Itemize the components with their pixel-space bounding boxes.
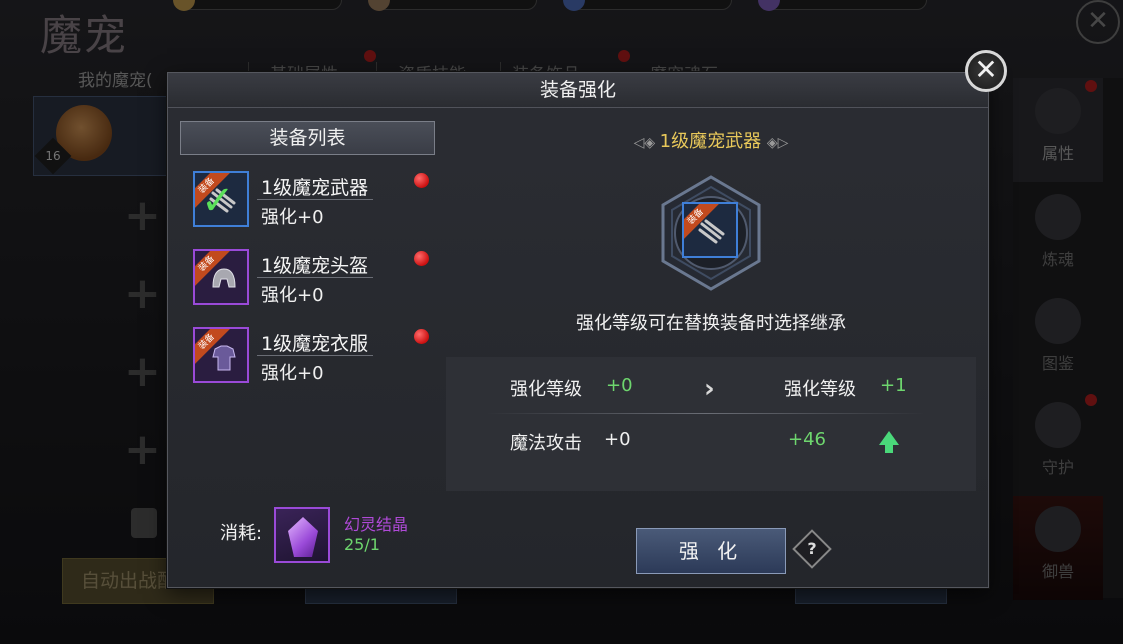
- next-level-label: 强化等级: [784, 379, 856, 400]
- selected-equipment-title: ◁◈ 1级魔宠武器 ◈▷: [446, 127, 976, 153]
- current-level-value: +0: [606, 375, 633, 396]
- armor-slot: 装备: [193, 327, 249, 383]
- selected-equipment-slot: 装备: [682, 202, 738, 258]
- item-enhance-level: 强化+0: [261, 207, 324, 228]
- notification-dot: [414, 329, 429, 344]
- cost-label: 消耗:: [220, 523, 263, 544]
- crystal-material-slot[interactable]: [274, 507, 330, 563]
- cost-item-name: 幻灵结晶: [344, 515, 409, 534]
- enhance-dialog: 装备强化 装备列表 装备 ✓ 1级魔宠武器 强化+0 装备 1级魔宠头盔 强化+…: [167, 72, 989, 588]
- help-button[interactable]: ?: [792, 529, 832, 569]
- stat-current: +0: [604, 429, 631, 450]
- cost-quantity: 25/1: [344, 535, 380, 554]
- arrow-right-icon: ›: [704, 374, 715, 404]
- notification-dot: [414, 173, 429, 188]
- ornament-left-icon: ◁◈: [633, 135, 660, 151]
- item-name: 1级魔宠头盔: [261, 255, 369, 277]
- helmet-slot: 装备: [193, 249, 249, 305]
- item-divider: [257, 277, 373, 278]
- help-icon: ?: [807, 539, 817, 558]
- level-row: 强化等级 +0 › 强化等级 +1: [446, 375, 976, 403]
- equipment-item-armor[interactable]: 装备 1级魔宠衣服 强化+0: [193, 327, 433, 389]
- next-level-value: +1: [880, 375, 907, 396]
- current-level-label: 强化等级: [510, 379, 582, 400]
- item-divider: [257, 355, 373, 356]
- inheritance-hint: 强化等级可在替换装备时选择继承: [576, 313, 846, 334]
- dialog-close-button[interactable]: ✕: [965, 50, 1007, 92]
- weapon-slot: 装备 ✓: [193, 171, 249, 227]
- dialog-title: 装备强化: [168, 73, 988, 108]
- stat-divider: [486, 413, 926, 414]
- item-divider: [257, 199, 373, 200]
- helmet-icon: [212, 268, 236, 288]
- increase-arrow-stem: [885, 443, 893, 453]
- stat-comparison: 强化等级 +0 › 强化等级 +1 魔法攻击 +0 +46: [446, 357, 976, 491]
- item-enhance-level: 强化+0: [261, 363, 324, 384]
- ornament-right-icon: ◈▷: [766, 135, 789, 151]
- armor-icon: [212, 345, 236, 371]
- equipment-list-header: 装备列表: [180, 121, 435, 155]
- crystal-icon: [288, 517, 318, 557]
- enhance-button[interactable]: 强 化: [636, 528, 786, 574]
- selected-equipment-name: 1级魔宠武器: [659, 131, 762, 152]
- selected-check-icon: ✓: [201, 178, 235, 224]
- item-enhance-level: 强化+0: [261, 285, 324, 306]
- item-name: 1级魔宠武器: [261, 177, 369, 199]
- equipment-item-helmet[interactable]: 装备 1级魔宠头盔 强化+0: [193, 249, 433, 311]
- stat-next: +46: [788, 429, 826, 450]
- equipment-item-weapon[interactable]: 装备 ✓ 1级魔宠武器 强化+0: [193, 171, 433, 233]
- magic-attack-row: 魔法攻击 +0 +46: [446, 429, 976, 457]
- item-name: 1级魔宠衣服: [261, 333, 369, 355]
- claw-icon: [698, 219, 725, 244]
- enhance-detail-panel: ◁◈ 1级魔宠武器 ◈▷ 装备 强化等级可在替换装备时选择继承 强化等级 +0 …: [446, 107, 976, 491]
- stat-label: 魔法攻击: [510, 433, 582, 454]
- notification-dot: [414, 251, 429, 266]
